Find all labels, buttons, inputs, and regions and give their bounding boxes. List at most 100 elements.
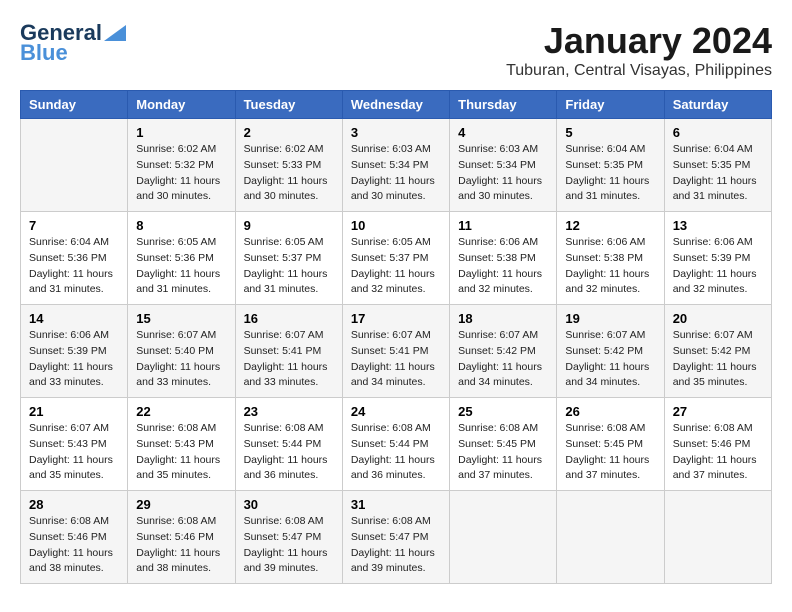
- week-row-1: 1 Sunrise: 6:02 AMSunset: 5:32 PM Daylight…: [21, 119, 772, 212]
- sunset: Sunset: 5:43 PM: [29, 437, 119, 453]
- day-info: Sunrise: 6:05 AMSunset: 5:37 PMDaylight:…: [351, 235, 441, 298]
- day-number: 1: [136, 125, 226, 140]
- page-header: General Blue January 2024 Tuburan, Centr…: [20, 20, 772, 80]
- daylight: Daylight: 11 hours and 31 minutes.: [244, 267, 334, 299]
- daylight: Daylight: 11 hours and 32 minutes.: [565, 267, 655, 299]
- week-row-4: 21 Sunrise: 6:07 AMSunset: 5:43 PMDayligh…: [21, 398, 772, 491]
- day-cell: [21, 119, 128, 212]
- day-number: 24: [351, 404, 441, 419]
- sunrise: Sunrise: 6:08 AM: [136, 421, 226, 437]
- day-cell: 21 Sunrise: 6:07 AMSunset: 5:43 PMDayligh…: [21, 398, 128, 491]
- daylight: Daylight: 11 hours and 30 minutes.: [244, 174, 334, 206]
- sunrise: Sunrise: 6:08 AM: [351, 514, 441, 530]
- calendar-table: SundayMondayTuesdayWednesdayThursdayFrid…: [20, 90, 772, 584]
- sunrise: Sunrise: 6:06 AM: [565, 235, 655, 251]
- day-number: 18: [458, 311, 548, 326]
- sunrise: Sunrise: 6:04 AM: [565, 142, 655, 158]
- week-row-5: 28Sunrise: 6:08 AMSunset: 5:46 PMDayligh…: [21, 491, 772, 584]
- day-info: Sunrise: 6:07 AMSunset: 5:41 PMDaylight:…: [351, 328, 441, 391]
- day-number: 21: [29, 404, 119, 419]
- day-cell: 24 Sunrise: 6:08 AMSunset: 5:44 PMDayligh…: [342, 398, 449, 491]
- daylight: Daylight: 11 hours and 35 minutes.: [673, 360, 763, 392]
- sunrise: Sunrise: 6:05 AM: [136, 235, 226, 251]
- day-info: Sunrise: 6:08 AMSunset: 5:43 PMDaylight:…: [136, 421, 226, 484]
- day-info: Sunrise: 6:06 AMSunset: 5:38 PMDaylight:…: [458, 235, 548, 298]
- day-cell: [557, 491, 664, 584]
- daylight: Daylight: 11 hours and 31 minutes.: [29, 267, 119, 299]
- sunrise: Sunrise: 6:05 AM: [244, 235, 334, 251]
- day-cell: 11Sunrise: 6:06 AMSunset: 5:38 PMDayligh…: [450, 212, 557, 305]
- sunset: Sunset: 5:37 PM: [244, 251, 334, 267]
- header-cell-friday: Friday: [557, 91, 664, 119]
- day-number: 3: [351, 125, 441, 140]
- sunset: Sunset: 5:44 PM: [244, 437, 334, 453]
- day-info: Sunrise: 6:04 AMSunset: 5:35 PMDaylight:…: [565, 142, 655, 205]
- day-info: Sunrise: 6:02 AMSunset: 5:33 PMDaylight:…: [244, 142, 334, 205]
- header-cell-saturday: Saturday: [664, 91, 771, 119]
- day-cell: 7Sunrise: 6:04 AMSunset: 5:36 PMDaylight…: [21, 212, 128, 305]
- calendar-subtitle: Tuburan, Central Visayas, Philippines: [506, 62, 772, 80]
- day-cell: 27Sunrise: 6:08 AMSunset: 5:46 PMDayligh…: [664, 398, 771, 491]
- daylight: Daylight: 11 hours and 33 minutes.: [244, 360, 334, 392]
- day-number: 7: [29, 218, 119, 233]
- daylight: Daylight: 11 hours and 33 minutes.: [136, 360, 226, 392]
- calendar-title: January 2024: [506, 20, 772, 62]
- day-info: Sunrise: 6:07 AMSunset: 5:40 PMDaylight:…: [136, 328, 226, 391]
- day-number: 20: [673, 311, 763, 326]
- day-info: Sunrise: 6:03 AMSunset: 5:34 PMDaylight:…: [458, 142, 548, 205]
- day-number: 29: [136, 497, 226, 512]
- sunset: Sunset: 5:42 PM: [673, 344, 763, 360]
- day-info: Sunrise: 6:05 AMSunset: 5:37 PMDaylight:…: [244, 235, 334, 298]
- sunrise: Sunrise: 6:08 AM: [673, 421, 763, 437]
- sunset: Sunset: 5:42 PM: [458, 344, 548, 360]
- day-cell: 5 Sunrise: 6:04 AMSunset: 5:35 PMDaylight…: [557, 119, 664, 212]
- header-cell-sunday: Sunday: [21, 91, 128, 119]
- calendar-header-row: SundayMondayTuesdayWednesdayThursdayFrid…: [21, 91, 772, 119]
- day-cell: 14Sunrise: 6:06 AMSunset: 5:39 PMDayligh…: [21, 305, 128, 398]
- sunset: Sunset: 5:46 PM: [29, 530, 119, 546]
- sunrise: Sunrise: 6:08 AM: [244, 421, 334, 437]
- day-info: Sunrise: 6:08 AMSunset: 5:44 PMDaylight:…: [351, 421, 441, 484]
- sunset: Sunset: 5:32 PM: [136, 158, 226, 174]
- day-cell: 8Sunrise: 6:05 AMSunset: 5:36 PMDaylight…: [128, 212, 235, 305]
- day-cell: 29Sunrise: 6:08 AMSunset: 5:46 PMDayligh…: [128, 491, 235, 584]
- day-info: Sunrise: 6:07 AMSunset: 5:42 PMDaylight:…: [565, 328, 655, 391]
- sunrise: Sunrise: 6:03 AM: [458, 142, 548, 158]
- day-info: Sunrise: 6:07 AMSunset: 5:43 PMDaylight:…: [29, 421, 119, 484]
- daylight: Daylight: 11 hours and 37 minutes.: [458, 453, 548, 485]
- day-cell: 22Sunrise: 6:08 AMSunset: 5:43 PMDayligh…: [128, 398, 235, 491]
- day-info: Sunrise: 6:07 AMSunset: 5:41 PMDaylight:…: [244, 328, 334, 391]
- sunset: Sunset: 5:38 PM: [458, 251, 548, 267]
- day-cell: 23Sunrise: 6:08 AMSunset: 5:44 PMDayligh…: [235, 398, 342, 491]
- sunset: Sunset: 5:37 PM: [351, 251, 441, 267]
- day-cell: 15Sunrise: 6:07 AMSunset: 5:40 PMDayligh…: [128, 305, 235, 398]
- day-number: 5: [565, 125, 655, 140]
- sunrise: Sunrise: 6:07 AM: [673, 328, 763, 344]
- day-cell: 26Sunrise: 6:08 AMSunset: 5:45 PMDayligh…: [557, 398, 664, 491]
- sunset: Sunset: 5:46 PM: [136, 530, 226, 546]
- day-number: 28: [29, 497, 119, 512]
- sunrise: Sunrise: 6:02 AM: [136, 142, 226, 158]
- day-number: 10: [351, 218, 441, 233]
- sunrise: Sunrise: 6:06 AM: [458, 235, 548, 251]
- sunset: Sunset: 5:35 PM: [673, 158, 763, 174]
- day-number: 4: [458, 125, 548, 140]
- sunset: Sunset: 5:47 PM: [244, 530, 334, 546]
- sunrise: Sunrise: 6:04 AM: [29, 235, 119, 251]
- sunrise: Sunrise: 6:04 AM: [673, 142, 763, 158]
- sunset: Sunset: 5:42 PM: [565, 344, 655, 360]
- day-cell: 9 Sunrise: 6:05 AMSunset: 5:37 PMDaylight…: [235, 212, 342, 305]
- daylight: Daylight: 11 hours and 32 minutes.: [458, 267, 548, 299]
- day-number: 9: [244, 218, 334, 233]
- daylight: Daylight: 11 hours and 33 minutes.: [29, 360, 119, 392]
- day-number: 2: [244, 125, 334, 140]
- day-cell: 10 Sunrise: 6:05 AMSunset: 5:37 PMDayligh…: [342, 212, 449, 305]
- sunset: Sunset: 5:36 PM: [136, 251, 226, 267]
- header-cell-monday: Monday: [128, 91, 235, 119]
- logo-icon: [104, 25, 126, 41]
- day-cell: 19Sunrise: 6:07 AMSunset: 5:42 PMDayligh…: [557, 305, 664, 398]
- daylight: Daylight: 11 hours and 35 minutes.: [29, 453, 119, 485]
- daylight: Daylight: 11 hours and 34 minutes.: [458, 360, 548, 392]
- sunset: Sunset: 5:44 PM: [351, 437, 441, 453]
- sunset: Sunset: 5:40 PM: [136, 344, 226, 360]
